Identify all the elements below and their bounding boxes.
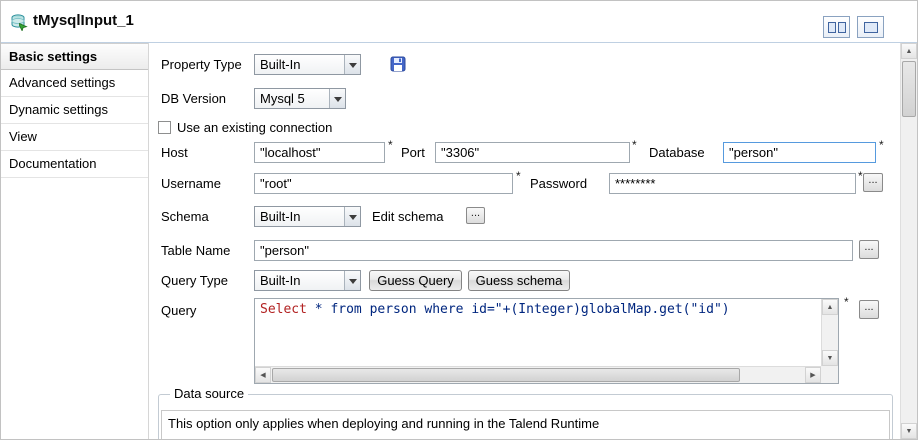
mysql-component-icon xyxy=(10,13,28,31)
required-marker: * xyxy=(844,295,849,309)
query-label: Query xyxy=(161,301,196,321)
db-version-combo[interactable]: Mysql 5 xyxy=(254,88,346,109)
required-marker: * xyxy=(632,138,637,152)
password-label: Password xyxy=(530,174,587,194)
property-type-label: Property Type xyxy=(161,55,242,75)
username-label: Username xyxy=(161,174,221,194)
chevron-down-icon xyxy=(344,55,360,74)
query-text[interactable]: Select * from person where id="+(Integer… xyxy=(255,299,821,366)
data-source-note: This option only applies when deploying … xyxy=(161,410,890,440)
query-horizontal-scrollbar[interactable]: ◀ ▶ xyxy=(255,366,821,383)
property-type-combo[interactable]: Built-In xyxy=(254,54,361,75)
table-name-ellipsis-button[interactable]: ... xyxy=(859,240,879,259)
maximize-view-button[interactable] xyxy=(857,16,884,38)
sidebar-item-advanced-settings[interactable]: Advanced settings xyxy=(1,70,148,97)
chevron-down-icon xyxy=(344,207,360,226)
query-keyword: Select xyxy=(260,302,307,317)
edit-schema-button[interactable]: ... xyxy=(466,207,485,224)
schema-value: Built-In xyxy=(255,207,344,226)
db-version-label: DB Version xyxy=(161,89,226,109)
guess-query-button[interactable]: Guess Query xyxy=(369,270,462,291)
username-input[interactable] xyxy=(254,173,513,194)
query-type-label: Query Type xyxy=(161,271,228,291)
chevron-down-icon xyxy=(344,271,360,290)
use-existing-connection-checkbox[interactable] xyxy=(158,121,171,134)
scroll-down-icon[interactable]: ▼ xyxy=(901,423,917,439)
required-marker: * xyxy=(516,169,521,183)
horizontal-scroll-thumb[interactable] xyxy=(272,368,740,382)
password-ellipsis-button[interactable]: ... xyxy=(863,173,883,192)
query-type-combo[interactable]: Built-In xyxy=(254,270,361,291)
schema-label: Schema xyxy=(161,207,209,227)
edit-schema-label: Edit schema xyxy=(372,207,444,227)
query-type-value: Built-In xyxy=(255,271,344,290)
table-name-label: Table Name xyxy=(161,241,230,261)
database-input[interactable] xyxy=(723,142,876,163)
table-name-input[interactable] xyxy=(254,240,853,261)
vertical-scroll-thumb[interactable] xyxy=(902,61,916,117)
required-marker: * xyxy=(388,138,393,152)
required-marker: * xyxy=(879,138,884,152)
scroll-right-icon[interactable]: ▶ xyxy=(805,367,821,383)
settings-sidebar: Basic settings Advanced settings Dynamic… xyxy=(1,43,149,439)
basic-settings-form: Property Type Built-In DB Version Mysql … xyxy=(150,43,900,439)
property-type-value: Built-In xyxy=(255,55,344,74)
component-settings-panel: tMysqlInput_1 Basic settings Advanced se… xyxy=(0,0,918,440)
query-vertical-scrollbar[interactable]: ▲ ▼ xyxy=(821,299,838,366)
query-body: * from person where id="+(Integer)global… xyxy=(307,302,730,317)
sidebar-item-basic-settings[interactable]: Basic settings xyxy=(1,43,148,70)
header: tMysqlInput_1 xyxy=(1,1,917,43)
required-marker: * xyxy=(858,169,863,183)
database-label: Database xyxy=(649,143,705,163)
chevron-down-icon xyxy=(329,89,345,108)
split-view-button[interactable] xyxy=(823,16,850,38)
port-label: Port xyxy=(401,143,425,163)
password-input[interactable] xyxy=(609,173,856,194)
scrollbar-corner xyxy=(821,366,838,383)
scroll-up-icon[interactable]: ▲ xyxy=(901,43,917,59)
scroll-left-icon[interactable]: ◀ xyxy=(255,367,271,383)
guess-schema-button[interactable]: Guess schema xyxy=(468,270,570,291)
sidebar-item-dynamic-settings[interactable]: Dynamic settings xyxy=(1,97,148,124)
query-ellipsis-button[interactable]: ... xyxy=(859,300,879,319)
data-source-group: Data source This option only applies whe… xyxy=(158,394,893,440)
db-version-value: Mysql 5 xyxy=(255,89,329,108)
use-existing-connection-label: Use an existing connection xyxy=(177,118,332,138)
sidebar-item-view[interactable]: View xyxy=(1,124,148,151)
host-input[interactable] xyxy=(254,142,385,163)
port-input[interactable] xyxy=(435,142,630,163)
sidebar-item-documentation[interactable]: Documentation xyxy=(1,151,148,178)
split-view-icon xyxy=(828,22,836,33)
save-property-button[interactable] xyxy=(390,56,406,72)
host-label: Host xyxy=(161,143,188,163)
maximize-view-icon xyxy=(864,22,878,33)
panel-vertical-scrollbar[interactable]: ▲ ▼ xyxy=(900,43,917,439)
header-toolbar xyxy=(823,16,884,38)
page-title: tMysqlInput_1 xyxy=(33,12,134,29)
scroll-down-icon[interactable]: ▼ xyxy=(822,350,838,366)
data-source-title: Data source xyxy=(170,386,248,401)
scroll-up-icon[interactable]: ▲ xyxy=(822,299,838,315)
schema-combo[interactable]: Built-In xyxy=(254,206,361,227)
split-view-icon xyxy=(838,22,846,33)
query-editor[interactable]: Select * from person where id="+(Integer… xyxy=(254,298,839,384)
